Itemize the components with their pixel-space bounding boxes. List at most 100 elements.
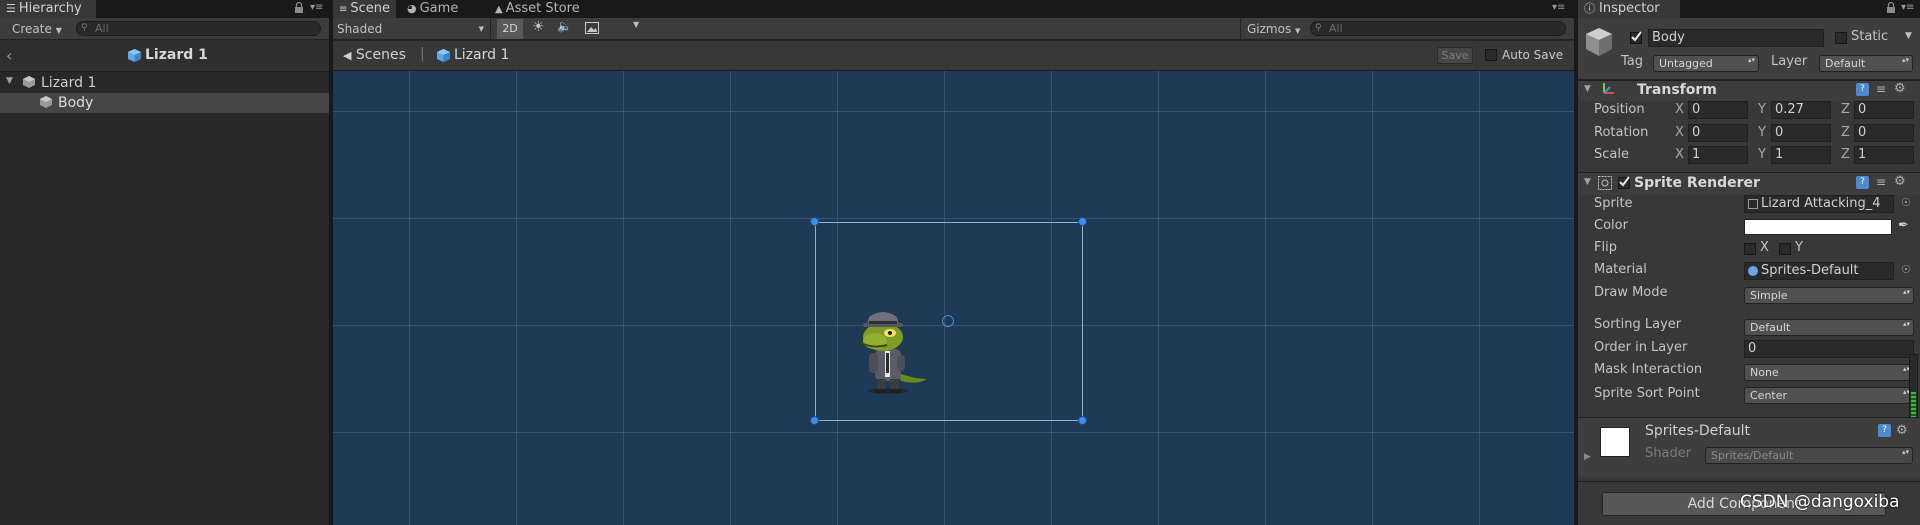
mask-interaction-dropdown[interactable]: None bbox=[1744, 364, 1914, 381]
axis-z-label[interactable]: Z bbox=[1841, 102, 1850, 117]
position-z-field[interactable]: 0 bbox=[1854, 101, 1914, 119]
static-checkbox[interactable] bbox=[1835, 32, 1847, 44]
axis-x-label[interactable]: X bbox=[1675, 125, 1684, 140]
watermark: CSDN @dangoxiba bbox=[1740, 492, 1900, 512]
tab-asset-store-label: Asset Store bbox=[505, 1, 580, 16]
shader-dropdown[interactable]: Sprites/Default bbox=[1705, 447, 1913, 464]
scene-viewport[interactable] bbox=[333, 71, 1574, 525]
tag-dropdown[interactable]: Untagged bbox=[1653, 55, 1759, 72]
flip-x-checkbox[interactable] bbox=[1744, 243, 1756, 255]
lock-icon[interactable] bbox=[1886, 1, 1896, 14]
layer-dropdown[interactable]: Default bbox=[1819, 55, 1913, 72]
tag-label: Tag bbox=[1621, 54, 1644, 69]
gizmos-dropdown[interactable]: Gizmos ▼ bbox=[1240, 18, 1304, 42]
foldout-arrow-icon[interactable]: ▼ bbox=[6, 76, 13, 86]
object-picker-icon[interactable]: ☉ bbox=[1901, 263, 1911, 276]
gear-icon[interactable]: ⚙ bbox=[1894, 81, 1906, 96]
save-button[interactable]: Save bbox=[1437, 47, 1473, 64]
axis-z-label[interactable]: Z bbox=[1841, 147, 1850, 162]
axis-z-label[interactable]: Z bbox=[1841, 125, 1850, 140]
rect-handle-top-left[interactable] bbox=[810, 217, 819, 226]
order-in-layer-field[interactable]: 0 bbox=[1744, 340, 1914, 358]
scale-x-field[interactable]: 1 bbox=[1688, 146, 1748, 164]
preset-slider-icon[interactable]: ≡ bbox=[1876, 175, 1886, 189]
help-book-icon[interactable]: ? bbox=[1856, 83, 1869, 96]
pivot-handle[interactable] bbox=[942, 315, 954, 327]
create-label: Create bbox=[12, 22, 52, 36]
hierarchy-tab-label: Hierarchy bbox=[18, 1, 82, 16]
sprite-sort-point-dropdown[interactable]: Center bbox=[1744, 387, 1914, 404]
sorting-layer-dropdown[interactable]: Default bbox=[1744, 319, 1914, 336]
tab-scene[interactable]: ≡ Scene bbox=[333, 0, 396, 18]
panel-menu-icon[interactable]: ▾≡ bbox=[1552, 2, 1565, 13]
rotation-y-field[interactable]: 0 bbox=[1771, 124, 1831, 142]
material-object-field[interactable]: Sprites-Default bbox=[1744, 262, 1894, 280]
tree-row-lizard[interactable]: ▼ Lizard 1 bbox=[0, 73, 329, 93]
position-y-field[interactable]: 0.27 bbox=[1771, 101, 1831, 119]
back-arrow-icon[interactable]: ‹ bbox=[6, 46, 12, 65]
tab-game[interactable]: ◕ Game bbox=[401, 0, 473, 18]
auto-save-checkbox[interactable] bbox=[1485, 49, 1497, 61]
create-dropdown[interactable]: Create ▼ bbox=[12, 18, 72, 42]
effects-icon[interactable] bbox=[585, 22, 599, 34]
foldout-arrow-icon[interactable]: ▼ bbox=[1584, 177, 1591, 187]
axis-y-label[interactable]: Y bbox=[1758, 102, 1766, 117]
dropdown-arrow-icon[interactable]: ▼ bbox=[633, 20, 639, 29]
breadcrumb-item[interactable]: Lizard 1 bbox=[454, 47, 509, 63]
active-checkbox[interactable] bbox=[1630, 31, 1642, 44]
axis-y-label[interactable]: Y bbox=[1758, 147, 1766, 162]
hierarchy-panel: ☰ Hierarchy ▾≡ Create ▼ ⚲ All ‹ Lizard 1 … bbox=[0, 0, 329, 525]
rect-handle-bottom-left[interactable] bbox=[810, 416, 819, 425]
sprite-renderer-enabled-checkbox[interactable] bbox=[1618, 176, 1630, 189]
toggle-2d-button[interactable]: 2D bbox=[497, 19, 523, 39]
object-picker-icon[interactable]: ☉ bbox=[1901, 196, 1911, 209]
shading-mode-dropdown[interactable]: Shaded ▼ bbox=[337, 18, 491, 40]
panel-menu-icon[interactable]: ▾≡ bbox=[310, 2, 324, 14]
axis-x-label[interactable]: X bbox=[1675, 147, 1684, 162]
flip-y-checkbox[interactable] bbox=[1779, 243, 1791, 255]
rotation-x-field[interactable]: 0 bbox=[1688, 124, 1748, 142]
sprite-object-field[interactable]: Lizard Attacking_4 bbox=[1744, 195, 1894, 213]
preset-slider-icon[interactable]: ≡ bbox=[1876, 82, 1886, 96]
help-book-icon[interactable]: ? bbox=[1878, 424, 1891, 437]
material-ball-icon bbox=[1748, 266, 1758, 276]
color-swatch[interactable] bbox=[1744, 219, 1892, 235]
help-book-icon[interactable]: ? bbox=[1856, 176, 1869, 189]
gameobject-large-icon bbox=[1586, 28, 1612, 56]
hierarchy-tab[interactable]: ☰ Hierarchy bbox=[0, 0, 96, 18]
eyedropper-icon[interactable]: ✒ bbox=[1898, 218, 1909, 233]
gear-icon[interactable]: ⚙ bbox=[1896, 423, 1908, 438]
tab-asset-store[interactable]: ▲ Asset Store bbox=[489, 0, 599, 18]
lighting-icon[interactable]: ☀ bbox=[532, 19, 545, 35]
scale-z-field[interactable]: 1 bbox=[1854, 146, 1914, 164]
foldout-right-arrow-icon[interactable]: ▶ bbox=[1584, 452, 1591, 462]
lizard-sprite[interactable] bbox=[853, 303, 933, 395]
rotation-z-field[interactable]: 0 bbox=[1854, 124, 1914, 142]
scenes-back-button[interactable]: ◀ Scenes bbox=[343, 47, 406, 63]
axis-x-label[interactable]: X bbox=[1675, 102, 1684, 117]
hierarchy-search-input[interactable]: ⚲ All bbox=[76, 21, 321, 36]
tree-row-body[interactable]: Body bbox=[0, 93, 329, 113]
foldout-arrow-icon[interactable]: ▼ bbox=[1584, 84, 1591, 94]
scale-y-field[interactable]: 1 bbox=[1771, 146, 1831, 164]
draw-mode-dropdown[interactable]: Simple bbox=[1744, 287, 1914, 304]
rect-handle-top-right[interactable] bbox=[1078, 217, 1087, 226]
audio-icon[interactable]: 🔈 bbox=[557, 19, 572, 33]
static-dropdown-arrow-icon[interactable]: ▼ bbox=[1905, 31, 1912, 41]
position-x-field[interactable]: 0 bbox=[1688, 101, 1748, 119]
gear-icon[interactable]: ⚙ bbox=[1894, 174, 1906, 189]
transform-title: Transform bbox=[1637, 82, 1717, 98]
scene-header-title: Lizard 1 bbox=[145, 47, 208, 63]
grid-line bbox=[730, 71, 731, 525]
prefab-breadcrumb-bar bbox=[333, 41, 1574, 71]
lock-icon[interactable] bbox=[294, 1, 304, 14]
rotation-label: Rotation bbox=[1594, 125, 1649, 140]
panel-menu-icon[interactable]: ▾≡ bbox=[1901, 2, 1914, 13]
flip-y-label: Y bbox=[1795, 240, 1803, 255]
scene-search-input[interactable]: ⚲ All bbox=[1310, 21, 1566, 36]
object-name-field[interactable]: Body bbox=[1648, 29, 1824, 47]
sprite-label: Sprite bbox=[1594, 196, 1633, 211]
inspector-tab[interactable]: ⓘ Inspector bbox=[1578, 0, 1680, 18]
axis-y-label[interactable]: Y bbox=[1758, 125, 1766, 140]
rect-handle-bottom-right[interactable] bbox=[1078, 416, 1087, 425]
